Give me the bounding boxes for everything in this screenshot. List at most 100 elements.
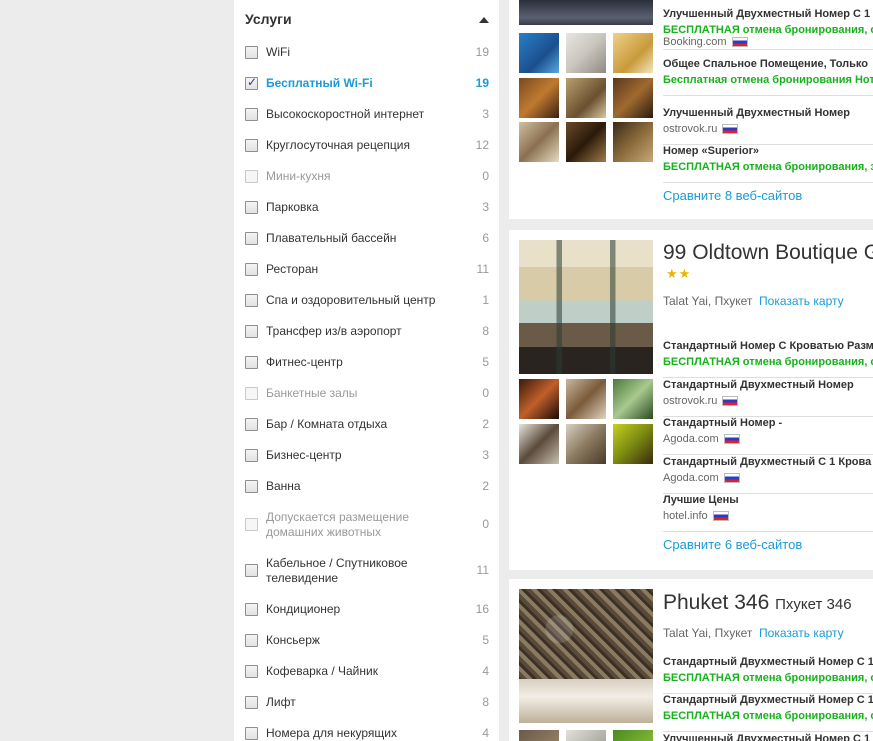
filter-checkbox[interactable] bbox=[245, 108, 258, 121]
hotel-thumbnail[interactable] bbox=[613, 78, 653, 118]
hotel-main-photo[interactable] bbox=[519, 240, 653, 374]
filter-checkbox[interactable] bbox=[245, 139, 258, 152]
filter-option[interactable]: Круглосуточная рецепция 12 bbox=[245, 138, 489, 153]
filter-label: Парковка bbox=[266, 200, 319, 214]
deal-row[interactable]: Номер «Superior» БЕСПЛАТНАЯ отмена брони… bbox=[663, 145, 873, 183]
location-text: Talat Yai, Пхукет bbox=[663, 294, 753, 308]
hotel-thumbnail[interactable] bbox=[519, 424, 559, 464]
hotel-thumbnail[interactable] bbox=[566, 379, 606, 419]
filter-checkbox[interactable] bbox=[245, 480, 258, 493]
deal-row[interactable]: Лучшие Цены hotel.info bbox=[663, 494, 873, 532]
deal-row[interactable]: Улучшенный Двухместный Номер ostrovok.ru bbox=[663, 107, 873, 145]
filter-count: 12 bbox=[475, 138, 489, 152]
filter-option[interactable]: Плавательный бассейн 6 bbox=[245, 231, 489, 246]
hotel-thumbnail[interactable] bbox=[566, 730, 606, 741]
filter-label: Допускается размещение домашних животных bbox=[266, 510, 410, 539]
filter-checkbox[interactable] bbox=[245, 46, 258, 59]
source-name: ostrovok.ru bbox=[663, 395, 718, 407]
show-map-link[interactable]: Показать карту bbox=[759, 294, 844, 308]
filter-option[interactable]: Ресторан 11 bbox=[245, 262, 489, 277]
hotel-main-photo[interactable] bbox=[519, 0, 653, 25]
filter-checkbox[interactable] bbox=[245, 603, 258, 616]
filter-option[interactable]: Трансфер из/в аэропорт 8 bbox=[245, 324, 489, 339]
hotel-thumbnail[interactable] bbox=[519, 379, 559, 419]
filter-checkbox[interactable] bbox=[245, 75, 258, 90]
filter-checkbox[interactable] bbox=[245, 564, 258, 577]
hotel-card: Улучшенный Двухместный Номер С 1 БЕСПЛАТ… bbox=[509, 0, 873, 219]
filter-label: Бар / Комната отдыха bbox=[266, 417, 388, 431]
hotel-card: Phuket 346 Пхукет 346 Talat Yai, Пхукет … bbox=[509, 579, 873, 741]
filter-option[interactable]: WiFi 19 bbox=[245, 45, 489, 60]
filter-count: 4 bbox=[482, 726, 489, 740]
deal-row[interactable]: Стандартный Двухместный С 1 Крова Agoda.… bbox=[663, 456, 873, 494]
collapse-up-icon[interactable] bbox=[479, 17, 489, 23]
filter-option[interactable]: Фитнес-центр 5 bbox=[245, 355, 489, 370]
free-cancellation-text: БЕСПЛАТНАЯ отмена бронирования, о bbox=[663, 710, 873, 722]
amenities-filter-panel: Услуги WiFi 19 Бесплатный Wi-Fi 19 Высокоско… bbox=[234, 0, 499, 741]
deal-row[interactable]: Стандартный Номер - Agoda.com bbox=[663, 417, 873, 455]
filter-checkbox[interactable] bbox=[245, 294, 258, 307]
russia-flag-icon bbox=[723, 434, 740, 445]
hotel-thumbnail[interactable] bbox=[519, 33, 559, 73]
filter-option[interactable]: Спа и оздоровительный центр 1 bbox=[245, 293, 489, 308]
filter-checkbox[interactable] bbox=[245, 727, 258, 740]
filter-count: 0 bbox=[482, 517, 489, 531]
filter-count: 5 bbox=[482, 633, 489, 647]
filter-header[interactable]: Услуги bbox=[245, 11, 489, 31]
filter-option[interactable]: Бизнес-центр 3 bbox=[245, 448, 489, 463]
free-cancellation-text: Бесплатная отмена бронирования Нот bbox=[663, 74, 873, 86]
hotel-thumbnail[interactable] bbox=[566, 78, 606, 118]
filter-option[interactable]: Ванна 2 bbox=[245, 479, 489, 494]
deal-row[interactable]: Общее Спальное Помещение, Только Бесплат… bbox=[663, 58, 873, 96]
hotel-thumbnail[interactable] bbox=[519, 78, 559, 118]
filter-checkbox[interactable] bbox=[245, 263, 258, 276]
hotel-thumbnail[interactable] bbox=[566, 122, 606, 162]
room-name: Стандартный Двухместный Номер bbox=[663, 379, 854, 391]
filter-option[interactable]: Кондиционер 16 bbox=[245, 602, 489, 617]
filter-checkbox[interactable] bbox=[245, 232, 258, 245]
deal-row[interactable]: Стандартный Двухместный Номер С 1 БЕСПЛА… bbox=[663, 656, 873, 694]
hotel-location: Talat Yai, Пхукет Показать карту bbox=[663, 626, 844, 640]
filter-option[interactable]: Кофеварка / Чайник 4 bbox=[245, 664, 489, 679]
filter-checkbox[interactable] bbox=[245, 201, 258, 214]
deal-row[interactable]: Стандартный Двухместный Номер С 1 БЕСПЛА… bbox=[663, 694, 873, 732]
deal-source-row[interactable]: Booking.com bbox=[663, 20, 873, 50]
hotel-thumbnail[interactable] bbox=[566, 424, 606, 464]
filter-option[interactable]: Номера для некурящих 4 bbox=[245, 726, 489, 741]
filter-checkbox[interactable] bbox=[245, 696, 258, 709]
hotel-thumbnail[interactable] bbox=[613, 379, 653, 419]
hotel-thumbnail[interactable] bbox=[613, 122, 653, 162]
filter-option[interactable]: Парковка 3 bbox=[245, 200, 489, 215]
hotel-thumbnail[interactable] bbox=[613, 424, 653, 464]
filter-option[interactable]: Кабельное / Спутниковое телевидение 11 bbox=[245, 556, 489, 586]
compare-sites-link[interactable]: Сравните 8 веб-сайтов bbox=[663, 188, 802, 203]
filter-checkbox[interactable] bbox=[245, 449, 258, 462]
filter-option[interactable]: Консьерж 5 bbox=[245, 633, 489, 648]
compare-sites-link[interactable]: Сравните 6 веб-сайтов bbox=[663, 537, 802, 552]
booking-source: Booking.com bbox=[663, 36, 748, 48]
filter-option[interactable]: Бесплатный Wi-Fi 19 bbox=[245, 75, 489, 91]
booking-source: Agoda.com bbox=[663, 472, 740, 484]
hotel-thumbnail[interactable] bbox=[613, 730, 653, 741]
filter-checkbox[interactable] bbox=[245, 418, 258, 431]
filter-checkbox[interactable] bbox=[245, 665, 258, 678]
filter-checkbox[interactable] bbox=[245, 356, 258, 369]
filter-option[interactable]: Лифт 8 bbox=[245, 695, 489, 710]
room-name: Общее Спальное Помещение, Только bbox=[663, 58, 868, 70]
hotel-thumbnail[interactable] bbox=[566, 33, 606, 73]
hotel-thumbnail[interactable] bbox=[613, 33, 653, 73]
filter-checkbox[interactable] bbox=[245, 634, 258, 647]
show-map-link[interactable]: Показать карту bbox=[759, 626, 844, 640]
filter-option[interactable]: Высокоскоростной интернет 3 bbox=[245, 107, 489, 122]
hotel-name[interactable]: 99 Oldtown Boutique G bbox=[663, 241, 873, 265]
filter-option[interactable]: Бар / Комната отдыха 2 bbox=[245, 417, 489, 432]
hotel-thumbnail[interactable] bbox=[519, 122, 559, 162]
filter-count: 16 bbox=[475, 602, 489, 616]
hotel-name[interactable]: Phuket 346 Пхукет 346 bbox=[663, 591, 852, 615]
deal-row[interactable]: Стандартный Двухместный Номер ostrovok.r… bbox=[663, 379, 873, 417]
deal-row[interactable]: Улучшенный Двухместный Номер С 1 bbox=[663, 733, 873, 741]
hotel-thumbnail[interactable] bbox=[519, 730, 559, 741]
deal-row[interactable]: Стандартный Номер С Кроватью Разм БЕСПЛА… bbox=[663, 340, 873, 378]
filter-checkbox[interactable] bbox=[245, 325, 258, 338]
filter-option: Мини-кухня 0 bbox=[245, 169, 489, 184]
